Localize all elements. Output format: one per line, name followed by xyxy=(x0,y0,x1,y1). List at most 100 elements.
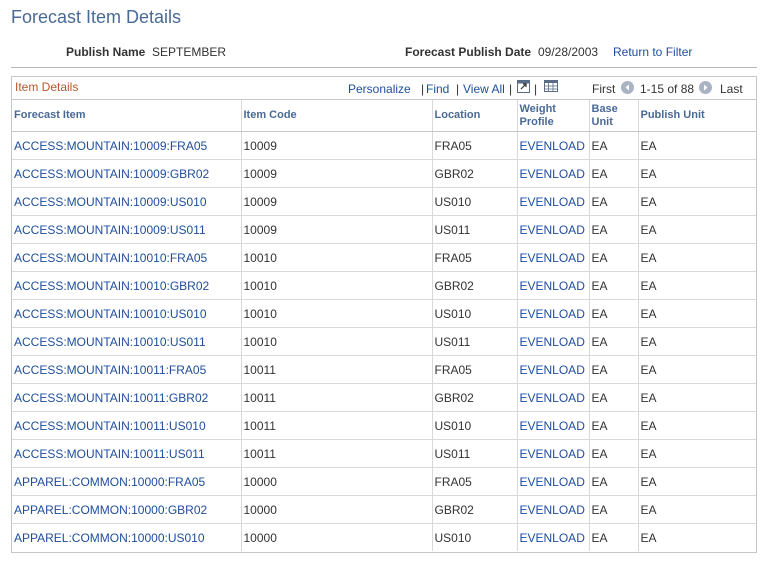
weight-profile-link[interactable]: EVENLOAD xyxy=(520,223,585,237)
table-cell-publish: EA xyxy=(638,271,756,300)
forecast-item-link[interactable]: ACCESS:MOUNTAIN:10009:FRA05 xyxy=(14,139,207,153)
previous-arrow-icon[interactable] xyxy=(621,81,634,94)
table-cell-location: FRA05 xyxy=(432,243,518,272)
table-cell-item: ACCESS:MOUNTAIN:10010:US010 xyxy=(12,299,242,328)
publish-unit: EA xyxy=(640,362,657,377)
column-header-base-unit[interactable]: Base Unit xyxy=(589,100,639,132)
column-header-forecast-item[interactable]: Forecast Item xyxy=(12,100,242,132)
publish-unit: EA xyxy=(640,278,657,293)
weight-profile-link[interactable]: EVENLOAD xyxy=(520,363,585,377)
nav-separator: | xyxy=(534,82,538,96)
table-cell-publish: EA xyxy=(638,131,756,160)
table-cell-publish: EA xyxy=(638,411,756,440)
nav-separator: | xyxy=(421,82,425,96)
table-cell-base: EA xyxy=(589,467,639,496)
row-range: 1-15 of 88 xyxy=(640,82,695,96)
column-header-weight-profile[interactable]: Weight Profile xyxy=(517,100,590,132)
table-cell-location: US010 xyxy=(432,299,518,328)
forecast-item-link[interactable]: ACCESS:MOUNTAIN:10011:US011 xyxy=(14,447,205,461)
base-unit: EA xyxy=(591,138,608,153)
base-unit: EA xyxy=(591,446,608,461)
weight-profile-link[interactable]: EVENLOAD xyxy=(520,251,585,265)
new-window-icon[interactable] xyxy=(517,80,530,93)
personalize-link[interactable]: Personalize xyxy=(348,82,411,96)
grid-header: Item Details Personalize | Find | View A… xyxy=(12,77,756,100)
item-code: 10010 xyxy=(243,306,277,321)
forecast-item-link[interactable]: ACCESS:MOUNTAIN:10011:US010 xyxy=(14,419,206,433)
nav-separator: | xyxy=(456,82,460,96)
table-row: APPAREL:COMMON:10000:US010 10000 US010 EVEN… xyxy=(12,523,756,551)
view-all-link[interactable]: View All xyxy=(463,82,505,96)
base-unit: EA xyxy=(591,362,608,377)
column-header-item-code[interactable]: Item Code xyxy=(241,100,433,132)
table-cell-weight: EVENLOAD xyxy=(517,383,590,412)
weight-profile-link[interactable]: EVENLOAD xyxy=(520,531,585,545)
table-cell-weight: EVENLOAD xyxy=(517,327,590,356)
location: FRA05 xyxy=(434,362,472,377)
column-header-publish-unit[interactable]: Publish Unit xyxy=(638,100,756,132)
weight-profile-link[interactable]: EVENLOAD xyxy=(520,391,585,405)
table-cell-location: US011 xyxy=(432,439,518,468)
forecast-item-link[interactable]: ACCESS:MOUNTAIN:10010:GBR02 xyxy=(14,279,209,293)
publish-unit: EA xyxy=(640,250,657,265)
forecast-item-link[interactable]: ACCESS:MOUNTAIN:10009:US010 xyxy=(14,195,207,209)
location: US010 xyxy=(434,530,472,545)
table-row: ACCESS:MOUNTAIN:10010:FRA05 10010 FRA05 EVE… xyxy=(12,243,756,272)
table-cell-weight: EVENLOAD xyxy=(517,495,590,524)
item-code: 10011 xyxy=(243,446,276,461)
forecast-item-link[interactable]: ACCESS:MOUNTAIN:10011:FRA05 xyxy=(14,363,206,377)
weight-profile-link[interactable]: EVENLOAD xyxy=(520,419,585,433)
table-cell-code: 10011 xyxy=(241,383,433,412)
table-row: APPAREL:COMMON:10000:FRA05 10000 FRA05 EVEN… xyxy=(12,467,756,496)
forecast-item-link[interactable]: ACCESS:MOUNTAIN:10010:US010 xyxy=(14,307,207,321)
weight-profile-link[interactable]: EVENLOAD xyxy=(520,195,585,209)
grid-navigation: Personalize | Find | View All | | First … xyxy=(12,80,756,98)
table-cell-item: ACCESS:MOUNTAIN:10009:GBR02 xyxy=(12,159,242,188)
table-cell-weight: EVENLOAD xyxy=(517,215,590,244)
item-code: 10009 xyxy=(243,194,277,209)
table-cell-location: US011 xyxy=(432,215,518,244)
forecast-item-link[interactable]: ACCESS:MOUNTAIN:10011:GBR02 xyxy=(14,391,208,405)
weight-profile-link[interactable]: EVENLOAD xyxy=(520,335,585,349)
table-cell-item: ACCESS:MOUNTAIN:10009:US010 xyxy=(12,187,242,216)
forecast-item-link[interactable]: ACCESS:MOUNTAIN:10010:US011 xyxy=(14,335,206,349)
return-to-filter-link[interactable]: Return to Filter xyxy=(613,45,692,59)
forecast-item-link[interactable]: APPAREL:COMMON:10000:GBR02 xyxy=(14,503,207,517)
find-link[interactable]: Find xyxy=(426,82,449,96)
forecast-item-link[interactable]: APPAREL:COMMON:10000:US010 xyxy=(14,531,205,545)
item-code: 10009 xyxy=(243,222,277,237)
table-cell-weight: EVENLOAD xyxy=(517,411,590,440)
table-cell-item: ACCESS:MOUNTAIN:10010:US011 xyxy=(12,327,242,356)
publish-unit: EA xyxy=(640,418,657,433)
table-row: ACCESS:MOUNTAIN:10009:US010 10009 US010 EVE… xyxy=(12,187,756,216)
location: US010 xyxy=(434,194,472,209)
location: FRA05 xyxy=(434,474,472,489)
weight-profile-link[interactable]: EVENLOAD xyxy=(520,307,585,321)
table-row: ACCESS:MOUNTAIN:10009:FRA05 10009 FRA05 EVE… xyxy=(12,131,756,160)
items-table: Forecast Item Item Code Location Weight … xyxy=(12,100,756,551)
table-row: ACCESS:MOUNTAIN:10011:US010 10011 US010 EVE… xyxy=(12,411,756,440)
table-cell-base: EA xyxy=(589,271,639,300)
weight-profile-link[interactable]: EVENLOAD xyxy=(520,475,585,489)
next-arrow-icon[interactable] xyxy=(699,81,712,94)
table-row: ACCESS:MOUNTAIN:10009:US011 10009 US011 EVE… xyxy=(12,215,756,244)
table-cell-item: ACCESS:MOUNTAIN:10011:US010 xyxy=(12,411,242,440)
spreadsheet-icon[interactable] xyxy=(544,80,558,92)
publish-name-value: SEPTEMBER xyxy=(152,45,227,59)
forecast-item-link[interactable]: ACCESS:MOUNTAIN:10009:US011 xyxy=(14,223,206,237)
weight-profile-link[interactable]: EVENLOAD xyxy=(520,139,585,153)
weight-profile-link[interactable]: EVENLOAD xyxy=(520,167,585,181)
nav-separator: | xyxy=(509,82,513,96)
table-cell-base: EA xyxy=(589,355,639,384)
table-cell-weight: EVENLOAD xyxy=(517,467,590,496)
table-cell-code: 10000 xyxy=(241,523,433,551)
forecast-item-link[interactable]: APPAREL:COMMON:10000:FRA05 xyxy=(14,475,205,489)
weight-profile-link[interactable]: EVENLOAD xyxy=(520,279,585,293)
forecast-item-link[interactable]: ACCESS:MOUNTAIN:10010:FRA05 xyxy=(14,251,207,265)
forecast-item-link[interactable]: ACCESS:MOUNTAIN:10009:GBR02 xyxy=(14,167,209,181)
column-header-location[interactable]: Location xyxy=(432,100,518,132)
weight-profile-link[interactable]: EVENLOAD xyxy=(520,503,585,517)
location: GBR02 xyxy=(434,278,474,293)
base-unit: EA xyxy=(591,418,608,433)
weight-profile-link[interactable]: EVENLOAD xyxy=(520,447,585,461)
